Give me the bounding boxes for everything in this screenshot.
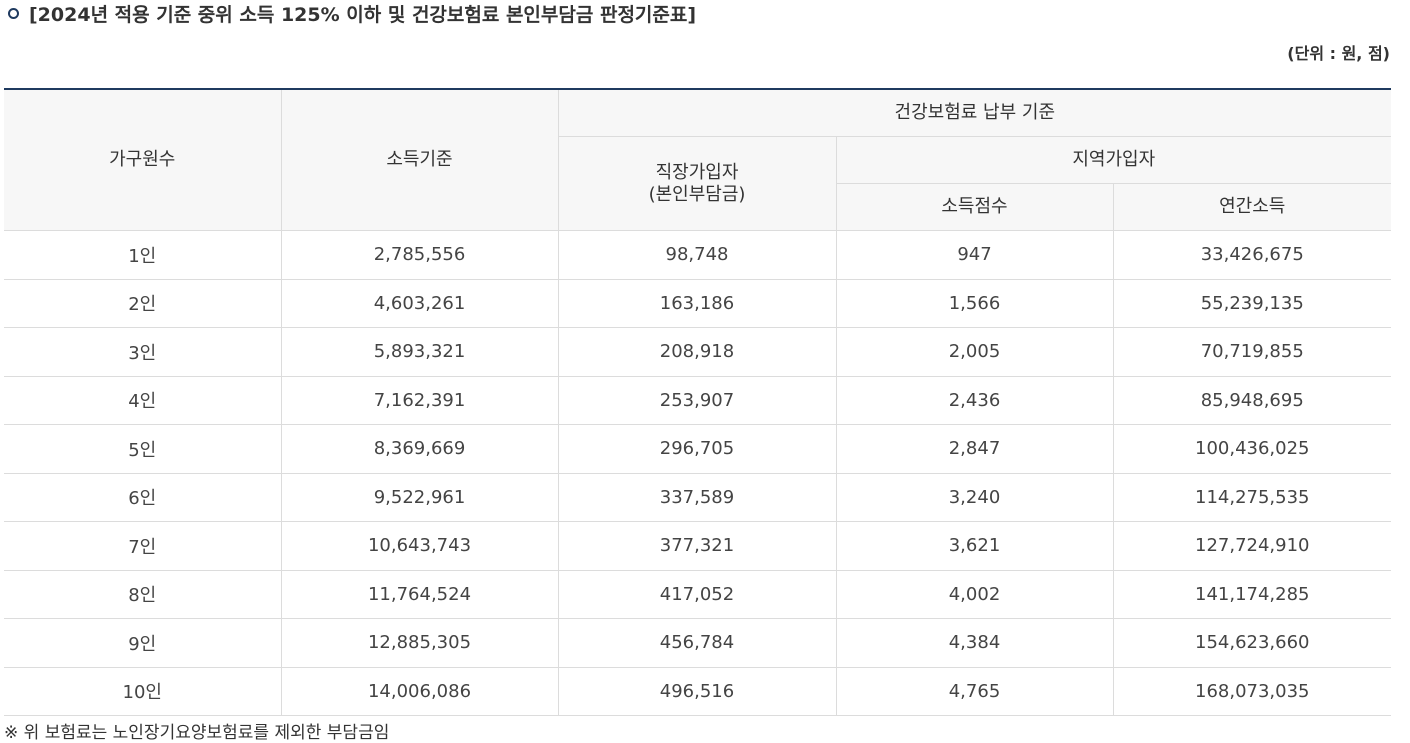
cell-income: 11,764,524: [280, 569, 559, 619]
cell-score: 4,384: [835, 618, 1114, 668]
table-row: 7인 10,643,743 377,321 3,621 127,724,910: [4, 521, 1392, 571]
cell-household: 4인: [4, 375, 282, 425]
cell-score: 4,002: [835, 569, 1114, 619]
cell-employee: 208,918: [557, 327, 837, 377]
table-row: 2인 4,603,261 163,186 1,566 55,239,135: [4, 278, 1392, 328]
cell-income: 4,603,261: [280, 278, 559, 328]
table-title: [2024년 적용 기준 중위 소득 125% 이하 및 건강보험료 본인부담금…: [8, 0, 696, 26]
circle-bullet-icon: [8, 7, 19, 19]
cell-score: 2,847: [835, 424, 1114, 474]
cell-household: 6인: [4, 472, 282, 522]
cell-income: 5,893,321: [280, 327, 559, 377]
table-row: 9인 12,885,305 456,784 4,384 154,623,660: [4, 618, 1392, 668]
cell-household: 3인: [4, 327, 282, 377]
cell-household: 5인: [4, 424, 282, 474]
header-employee: 직장가입자 (본인부담금): [558, 136, 837, 231]
cell-employee: 456,784: [557, 618, 837, 668]
cell-score: 1,566: [835, 278, 1114, 328]
header-household: 가구원수: [4, 88, 282, 231]
cell-annual: 127,724,910: [1112, 521, 1392, 571]
table-row: 8인 11,764,524 417,052 4,002 141,174,285: [4, 569, 1392, 619]
header-employee-label: 직장가입자: [655, 161, 739, 183]
cell-employee: 377,321: [557, 521, 837, 571]
cell-score: 3,621: [835, 521, 1114, 571]
cell-household: 2인: [4, 278, 282, 328]
cell-household: 7인: [4, 521, 282, 571]
cell-annual: 114,275,535: [1112, 472, 1392, 522]
cell-annual: 100,436,025: [1112, 424, 1392, 474]
footnote: ※ 위 보험료는 노인장기요양보험료를 제외한 부담금임: [4, 723, 390, 743]
cell-annual: 55,239,135: [1112, 278, 1392, 328]
cell-household: 9인: [4, 618, 282, 668]
table-title-text: [2024년 적용 기준 중위 소득 125% 이하 및 건강보험료 본인부담금…: [29, 3, 697, 26]
table-row: 10인 14,006,086 496,516 4,765 168,073,035: [4, 666, 1392, 716]
cell-employee: 496,516: [557, 666, 837, 716]
cell-score: 2,436: [835, 375, 1114, 425]
cell-income: 8,369,669: [280, 424, 559, 474]
cell-score: 3,240: [835, 472, 1114, 522]
cell-income: 12,885,305: [280, 618, 559, 668]
header-income-score: 소득점수: [836, 183, 1114, 231]
cell-annual: 70,719,855: [1112, 327, 1392, 377]
table-row: 1인 2,785,556 98,748 947 33,426,675: [4, 230, 1392, 280]
cell-score: 2,005: [835, 327, 1114, 377]
cell-income: 10,643,743: [280, 521, 559, 571]
header-employee-sub: (본인부담금): [648, 183, 746, 205]
cell-score: 947: [835, 230, 1114, 280]
cell-score: 4,765: [835, 666, 1114, 716]
cell-annual: 141,174,285: [1112, 569, 1392, 619]
header-insurance-group: 건강보험료 납부 기준: [557, 88, 1392, 137]
cell-household: 1인: [4, 230, 282, 280]
cell-employee: 417,052: [557, 569, 837, 619]
cell-household: 8인: [4, 569, 282, 619]
cell-income: 7,162,391: [280, 375, 559, 425]
table-row: 4인 7,162,391 253,907 2,436 85,948,695: [4, 375, 1392, 425]
header-income-standard: 소득기준: [280, 88, 559, 231]
cell-employee: 337,589: [557, 472, 837, 522]
cell-employee: 163,186: [557, 278, 837, 328]
cell-annual: 168,073,035: [1112, 666, 1392, 716]
cell-household: 10인: [4, 666, 282, 716]
cell-annual: 154,623,660: [1112, 618, 1392, 668]
header-regional: 지역가입자: [835, 136, 1392, 184]
cell-employee: 296,705: [557, 424, 837, 474]
cell-employee: 98,748: [557, 230, 837, 280]
cell-employee: 253,907: [557, 375, 837, 425]
cell-income: 14,006,086: [280, 666, 559, 716]
header-annual-income: 연간소득: [1112, 183, 1392, 231]
cell-income: 9,522,961: [280, 472, 559, 522]
table-row: 5인 8,369,669 296,705 2,847 100,436,025: [4, 424, 1392, 474]
cell-annual: 85,948,695: [1112, 375, 1392, 425]
table-row: 6인 9,522,961 337,589 3,240 114,275,535: [4, 472, 1392, 522]
cell-annual: 33,426,675: [1112, 230, 1392, 280]
criteria-table: 가구원수 소득기준 건강보험료 납부 기준 직장가입자 (본인부담금) 지역가입…: [4, 88, 1392, 716]
cell-income: 2,785,556: [280, 230, 559, 280]
table-row: 3인 5,893,321 208,918 2,005 70,719,855: [4, 327, 1392, 377]
unit-label: (단위 : 원, 점): [1287, 44, 1390, 63]
